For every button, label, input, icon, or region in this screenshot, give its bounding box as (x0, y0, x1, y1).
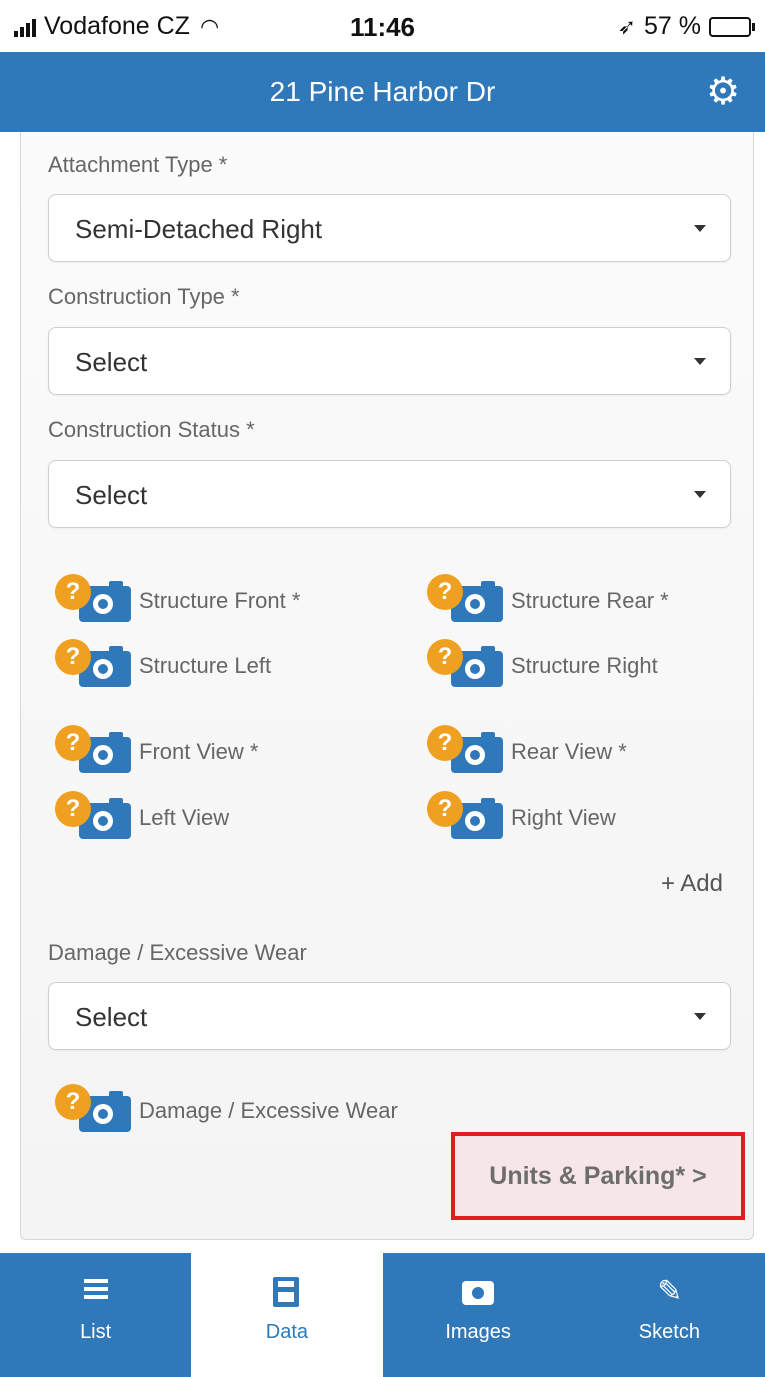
location-icon: ➶ (617, 13, 637, 39)
damage-value: Select (75, 1002, 148, 1032)
chevron-down-icon (694, 491, 706, 498)
construction-type-select[interactable]: Select (48, 327, 731, 395)
tab-sketch[interactable]: ✎ Sketch (574, 1253, 765, 1377)
help-icon[interactable]: ? (55, 725, 91, 761)
tab-label: List (80, 1321, 112, 1343)
help-icon[interactable]: ? (55, 791, 91, 827)
help-icon[interactable]: ? (55, 574, 91, 610)
photo-structure-rear[interactable]: ? Structure Rear * (427, 574, 669, 628)
bottom-nav: List Data Images ✎ Sketch (0, 1253, 765, 1377)
save-icon (273, 1277, 300, 1307)
photo-label: Rear View * (511, 739, 627, 764)
help-icon[interactable]: ? (427, 725, 463, 761)
status-bar: Vodafone CZ ◠ 11:46 ➶ 57 % (0, 0, 765, 52)
camera-icon: ? (427, 574, 505, 628)
help-icon[interactable]: ? (55, 1084, 91, 1120)
photo-front-view[interactable]: ? Front View * (55, 725, 258, 779)
list-icon (84, 1279, 108, 1307)
construction-status-label: Construction Status * (48, 417, 255, 442)
camera-icon: ? (55, 574, 133, 628)
pencil-icon: ✎ (657, 1275, 683, 1308)
camera-icon: ? (55, 1084, 133, 1138)
photo-label: Structure Front * (139, 588, 301, 613)
camera-icon: ? (55, 791, 133, 845)
photo-label: Left View (139, 805, 230, 830)
photo-right-view[interactable]: ? Right View (427, 791, 616, 845)
help-icon[interactable]: ? (427, 574, 463, 610)
chevron-down-icon (694, 1013, 706, 1020)
construction-status-value: Select (75, 480, 148, 510)
page-title: 21 Pine Harbor Dr (269, 76, 496, 107)
chevron-down-icon (694, 358, 706, 365)
camera-icon: ? (427, 725, 505, 779)
next-section-label: Units & Parking* > (489, 1162, 707, 1190)
photo-label: Front View * (139, 739, 259, 764)
photo-label: Structure Left (139, 653, 272, 678)
tab-label: Data (265, 1321, 308, 1343)
attachment-type-select[interactable]: Semi-Detached Right (48, 194, 731, 262)
gear-icon[interactable]: ⚙ (703, 72, 743, 112)
photo-label: Right View (511, 805, 616, 830)
damage-select[interactable]: Select (48, 982, 731, 1050)
camera-icon: ? (427, 791, 505, 845)
battery-tip (752, 22, 755, 31)
attachment-type-label: Attachment Type * (48, 152, 228, 177)
battery-percent: 57 % (644, 12, 701, 40)
form-card: Attachment Type * Semi-Detached Right Co… (20, 132, 754, 1240)
chevron-down-icon (694, 225, 706, 232)
camera-icon: ? (55, 725, 133, 779)
battery-icon (709, 16, 751, 37)
help-icon[interactable]: ? (427, 639, 463, 675)
tab-images[interactable]: Images (383, 1253, 574, 1377)
damage-label: Damage / Excessive Wear (48, 940, 307, 965)
add-photo-link[interactable]: + Add (661, 870, 723, 898)
camera-icon: ? (427, 639, 505, 693)
tab-label: Sketch (638, 1321, 700, 1343)
photo-rear-view[interactable]: ? Rear View * (427, 725, 627, 779)
photo-left-view[interactable]: ? Left View (55, 791, 229, 845)
camera-icon (461, 1281, 494, 1305)
photo-label: Structure Rear * (511, 588, 669, 613)
next-section-button[interactable]: Units & Parking* > (451, 1132, 745, 1220)
battery-info: ➶ 57 % (618, 12, 755, 41)
photo-structure-front[interactable]: ? Structure Front * (55, 574, 300, 628)
photo-damage[interactable]: ? Damage / Excessive Wear (55, 1084, 398, 1138)
app-header: 21 Pine Harbor Dr ⚙ (0, 52, 765, 132)
attachment-type-value: Semi-Detached Right (75, 214, 323, 244)
tab-data[interactable]: Data (191, 1253, 383, 1377)
help-icon[interactable]: ? (55, 639, 91, 675)
tab-label: Images (445, 1321, 511, 1343)
photo-label: Structure Right (511, 653, 658, 678)
photo-structure-right[interactable]: ? Structure Right (427, 639, 658, 693)
construction-type-label: Construction Type * (48, 284, 240, 309)
photo-label: Damage / Excessive Wear (139, 1098, 398, 1123)
tab-list[interactable]: List (0, 1253, 191, 1377)
camera-icon: ? (55, 639, 133, 693)
construction-status-select[interactable]: Select (48, 460, 731, 528)
photo-structure-left[interactable]: ? Structure Left (55, 639, 271, 693)
help-icon[interactable]: ? (427, 791, 463, 827)
construction-type-value: Select (75, 347, 148, 377)
